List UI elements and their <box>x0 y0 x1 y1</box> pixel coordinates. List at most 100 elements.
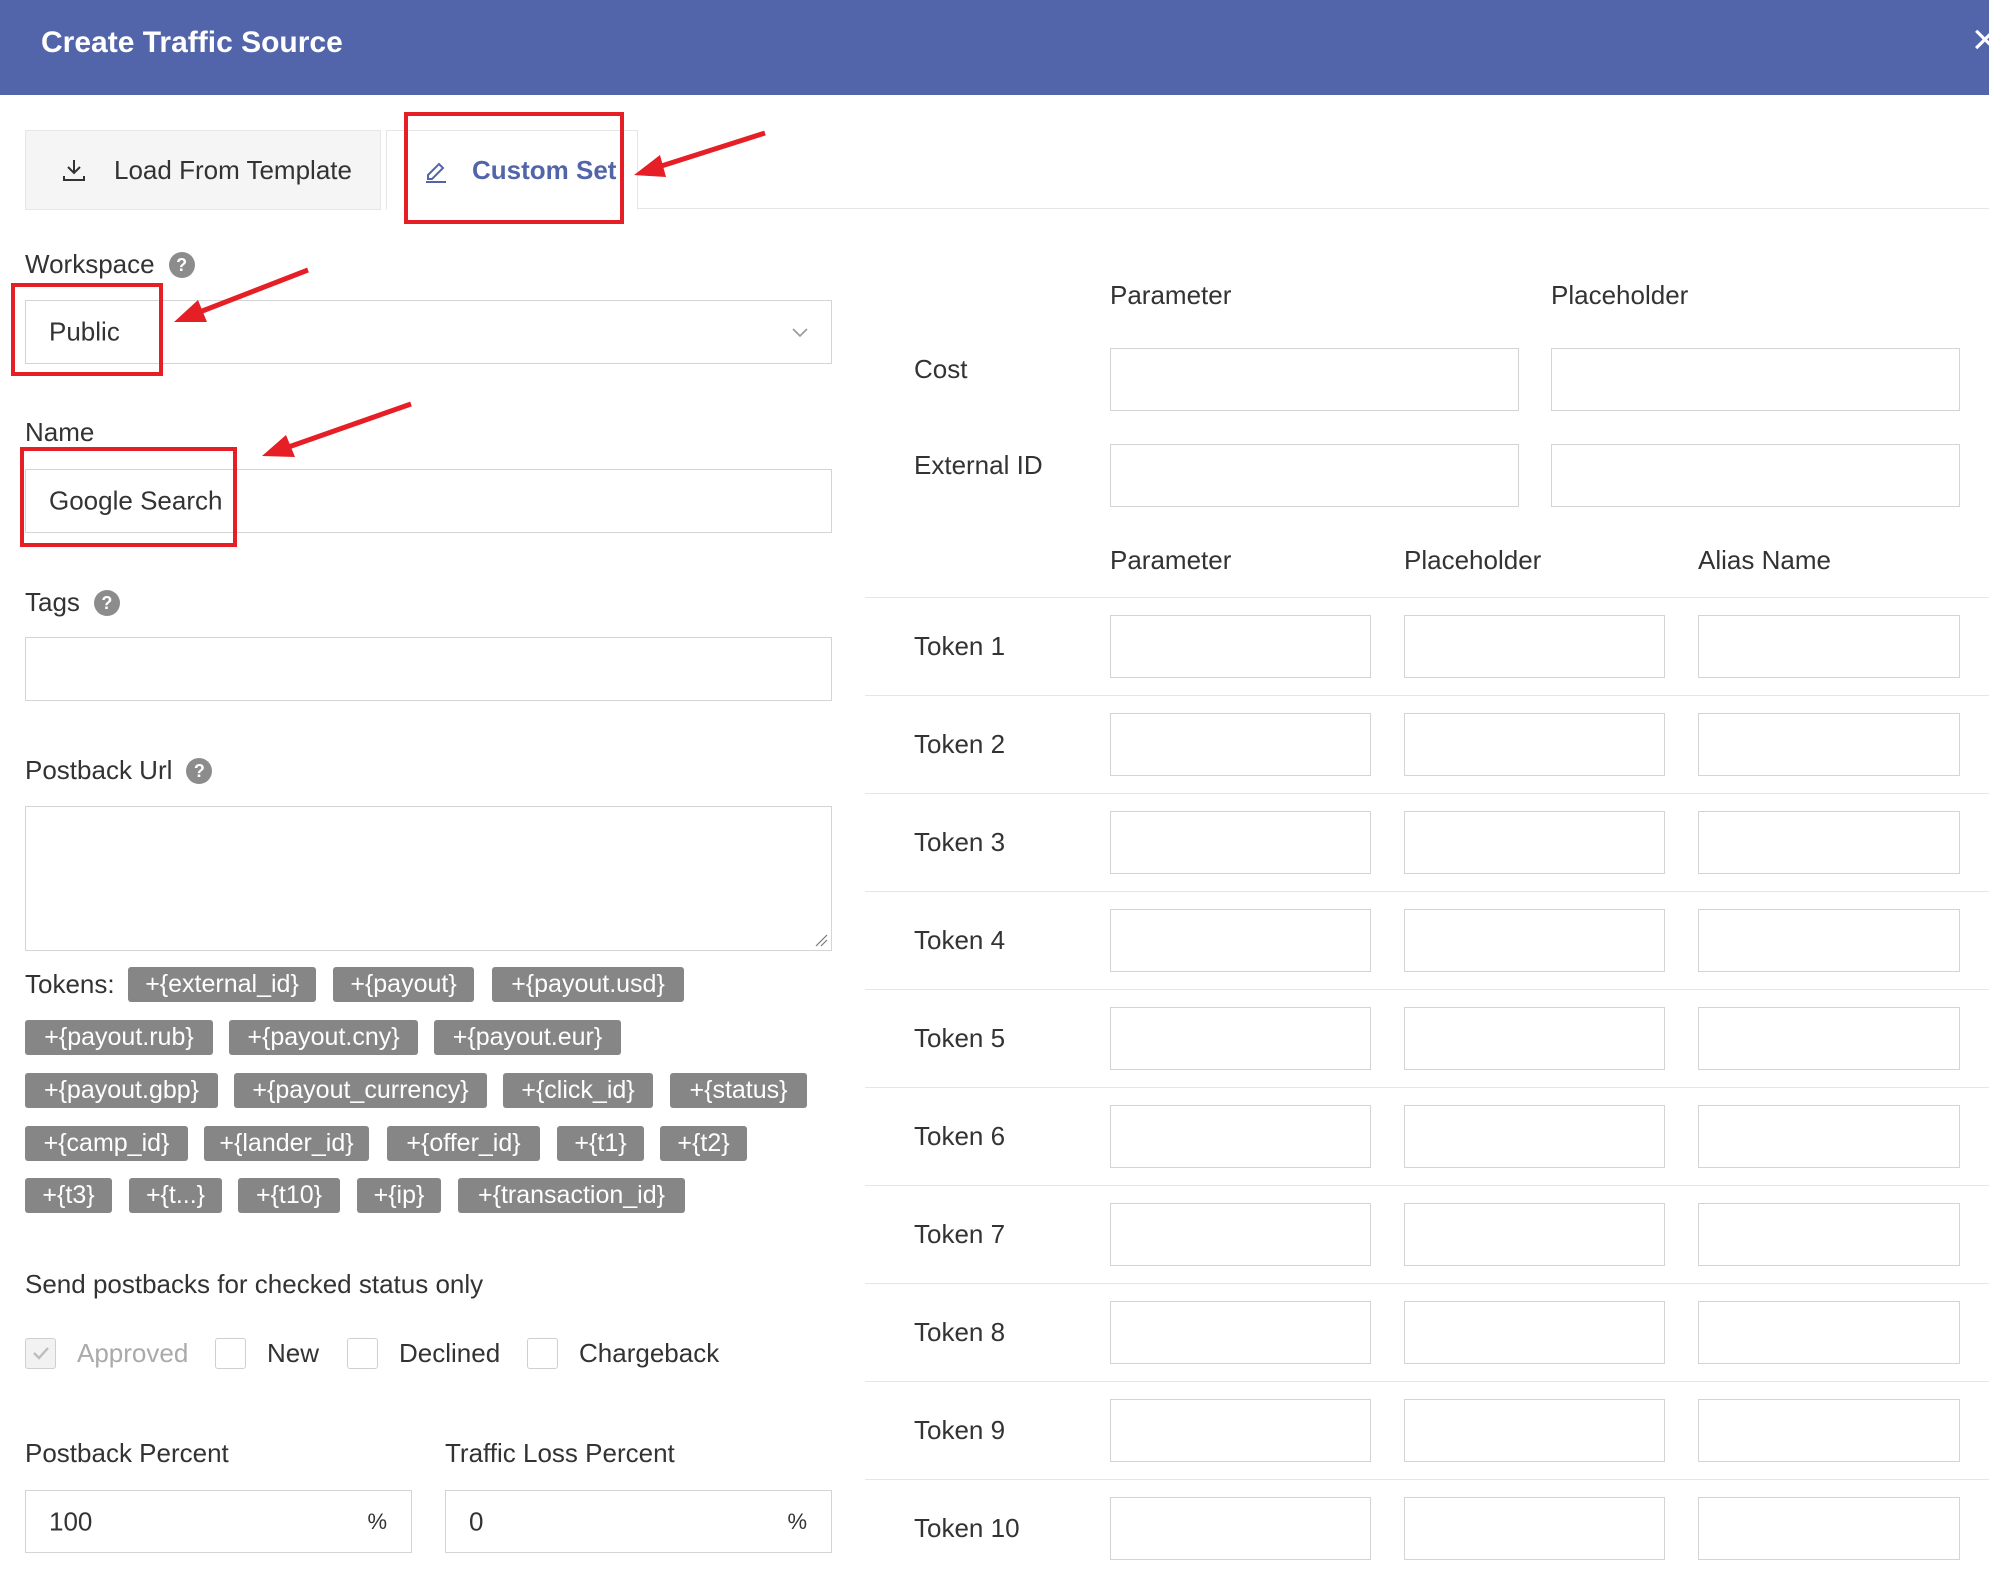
external-id-parameter-input[interactable] <box>1110 444 1519 507</box>
token-2-parameter-input[interactable] <box>1110 713 1371 776</box>
token-5-alias-input[interactable] <box>1698 1007 1960 1070</box>
download-icon <box>63 160 85 181</box>
token-chip[interactable]: +{external_id} <box>128 967 316 1002</box>
row-label-token-8: Token 8 <box>914 1317 1006 1347</box>
dialog-header: Create Traffic Source × <box>0 0 1989 95</box>
param-header-placeholder: Placeholder <box>1551 280 1689 310</box>
annotation-box-custom-set <box>404 112 624 224</box>
annotation-arrow-workspace <box>174 267 309 322</box>
checkbox[interactable] <box>25 1337 56 1369</box>
cost-parameter-input[interactable] <box>1110 348 1519 411</box>
token-chip[interactable]: +{ip} <box>357 1178 441 1213</box>
tags-label: Tags? <box>25 587 120 618</box>
token-4-placeholder-input[interactable] <box>1404 909 1665 972</box>
token-4-alias-input[interactable] <box>1698 909 1960 972</box>
token-10-placeholder-input[interactable] <box>1404 1497 1665 1560</box>
postback-url-textarea[interactable] <box>25 806 832 951</box>
cost-placeholder-input[interactable] <box>1551 348 1960 411</box>
row-label-token-9: Token 9 <box>914 1415 1006 1445</box>
token-header-placeholder: Placeholder <box>1404 545 1542 575</box>
token-9-alias-input[interactable] <box>1698 1399 1960 1462</box>
checkbox[interactable] <box>527 1337 558 1369</box>
tab-load-from-template[interactable]: Load From Template <box>25 130 381 210</box>
token-chip[interactable]: +{payout.cny} <box>229 1020 418 1055</box>
token-8-placeholder-input[interactable] <box>1404 1301 1665 1364</box>
token-chip[interactable]: +{t1} <box>557 1126 644 1161</box>
traffic-loss-percent-value: 0 <box>469 1506 484 1536</box>
checkbox[interactable] <box>347 1337 378 1369</box>
help-icon[interactable]: ? <box>93 590 120 616</box>
token-7-parameter-input[interactable] <box>1110 1203 1371 1266</box>
token-3-parameter-input[interactable] <box>1110 811 1371 874</box>
row-label-token-6: Token 6 <box>914 1121 1006 1151</box>
token-chip[interactable]: +{t3} <box>25 1178 112 1213</box>
checkbox-chargeback[interactable]: Chargeback <box>527 1337 719 1369</box>
row-label-token-1: Token 1 <box>914 631 1006 661</box>
token-6-placeholder-input[interactable] <box>1404 1105 1665 1168</box>
token-chip[interactable]: +{transaction_id} <box>458 1178 685 1213</box>
annotation-box-name <box>20 447 237 547</box>
external-id-placeholder-input[interactable] <box>1551 444 1960 507</box>
row-divider <box>865 891 1989 892</box>
checkbox-label: Chargeback <box>579 1337 720 1368</box>
token-4-parameter-input[interactable] <box>1110 909 1371 972</box>
traffic-loss-percent-label: Traffic Loss Percent <box>445 1438 675 1468</box>
postback-percent-value: 100 <box>49 1506 93 1536</box>
row-label-token-7: Token 7 <box>914 1219 1006 1249</box>
token-chip[interactable]: +{payout.eur} <box>434 1020 621 1055</box>
token-7-placeholder-input[interactable] <box>1404 1203 1665 1266</box>
token-8-parameter-input[interactable] <box>1110 1301 1371 1364</box>
token-5-parameter-input[interactable] <box>1110 1007 1371 1070</box>
annotation-arrow-name <box>262 401 412 457</box>
annotation-box-workspace <box>11 283 163 376</box>
token-9-parameter-input[interactable] <box>1110 1399 1371 1462</box>
token-chip[interactable]: +{payout.gbp} <box>25 1073 218 1108</box>
token-8-alias-input[interactable] <box>1698 1301 1960 1364</box>
token-chip[interactable]: +{offer_id} <box>387 1126 540 1161</box>
token-chip[interactable]: +{payout} <box>333 967 474 1002</box>
token-9-placeholder-input[interactable] <box>1404 1399 1665 1462</box>
row-label-token-3: Token 3 <box>914 827 1006 857</box>
token-chip[interactable]: +{t2} <box>660 1126 747 1161</box>
token-3-placeholder-input[interactable] <box>1404 811 1665 874</box>
token-2-alias-input[interactable] <box>1698 713 1960 776</box>
token-chip[interactable]: +{t...} <box>129 1178 222 1213</box>
resize-handle-icon[interactable] <box>814 933 828 947</box>
token-2-placeholder-input[interactable] <box>1404 713 1665 776</box>
token-10-alias-input[interactable] <box>1698 1497 1960 1560</box>
checkbox[interactable] <box>215 1337 246 1369</box>
token-3-alias-input[interactable] <box>1698 811 1960 874</box>
checkbox-approved[interactable]: Approved <box>25 1337 188 1369</box>
token-chip[interactable]: +{click_id} <box>503 1073 653 1108</box>
token-1-parameter-input[interactable] <box>1110 615 1371 678</box>
close-icon[interactable]: × <box>1972 18 1989 62</box>
row-label-token-4: Token 4 <box>914 925 1006 955</box>
help-icon[interactable]: ? <box>186 758 213 784</box>
token-chip[interactable]: +{lander_id} <box>204 1126 369 1161</box>
token-chip[interactable]: +{payout.rub} <box>25 1020 213 1055</box>
token-chip[interactable]: +{payout_currency} <box>234 1073 487 1108</box>
token-10-parameter-input[interactable] <box>1110 1497 1371 1560</box>
checkbox-label: Declined <box>399 1337 501 1368</box>
token-6-alias-input[interactable] <box>1698 1105 1960 1168</box>
token-6-parameter-input[interactable] <box>1110 1105 1371 1168</box>
tags-input[interactable] <box>25 637 832 701</box>
workspace-label-text: Workspace <box>25 249 155 279</box>
traffic-loss-percent-input[interactable]: 0 % <box>445 1490 832 1553</box>
token-1-alias-input[interactable] <box>1698 615 1960 678</box>
token-chip[interactable]: +{payout.usd} <box>492 967 684 1002</box>
param-header-parameter: Parameter <box>1110 280 1232 310</box>
row-divider <box>865 1087 1989 1088</box>
annotation-arrow-custom-set <box>634 130 766 177</box>
token-chip[interactable]: +{camp_id} <box>25 1126 188 1161</box>
check-icon <box>32 1347 49 1360</box>
checkbox-new[interactable]: New <box>215 1337 319 1369</box>
postback-percent-input[interactable]: 100 % <box>25 1490 412 1553</box>
token-1-placeholder-input[interactable] <box>1404 615 1665 678</box>
token-chip[interactable]: +{status} <box>670 1073 807 1108</box>
checkbox-declined[interactable]: Declined <box>347 1337 500 1369</box>
token-chip[interactable]: +{t10} <box>238 1178 340 1213</box>
row-label-token-5: Token 5 <box>914 1023 1006 1053</box>
token-5-placeholder-input[interactable] <box>1404 1007 1665 1070</box>
token-7-alias-input[interactable] <box>1698 1203 1960 1266</box>
